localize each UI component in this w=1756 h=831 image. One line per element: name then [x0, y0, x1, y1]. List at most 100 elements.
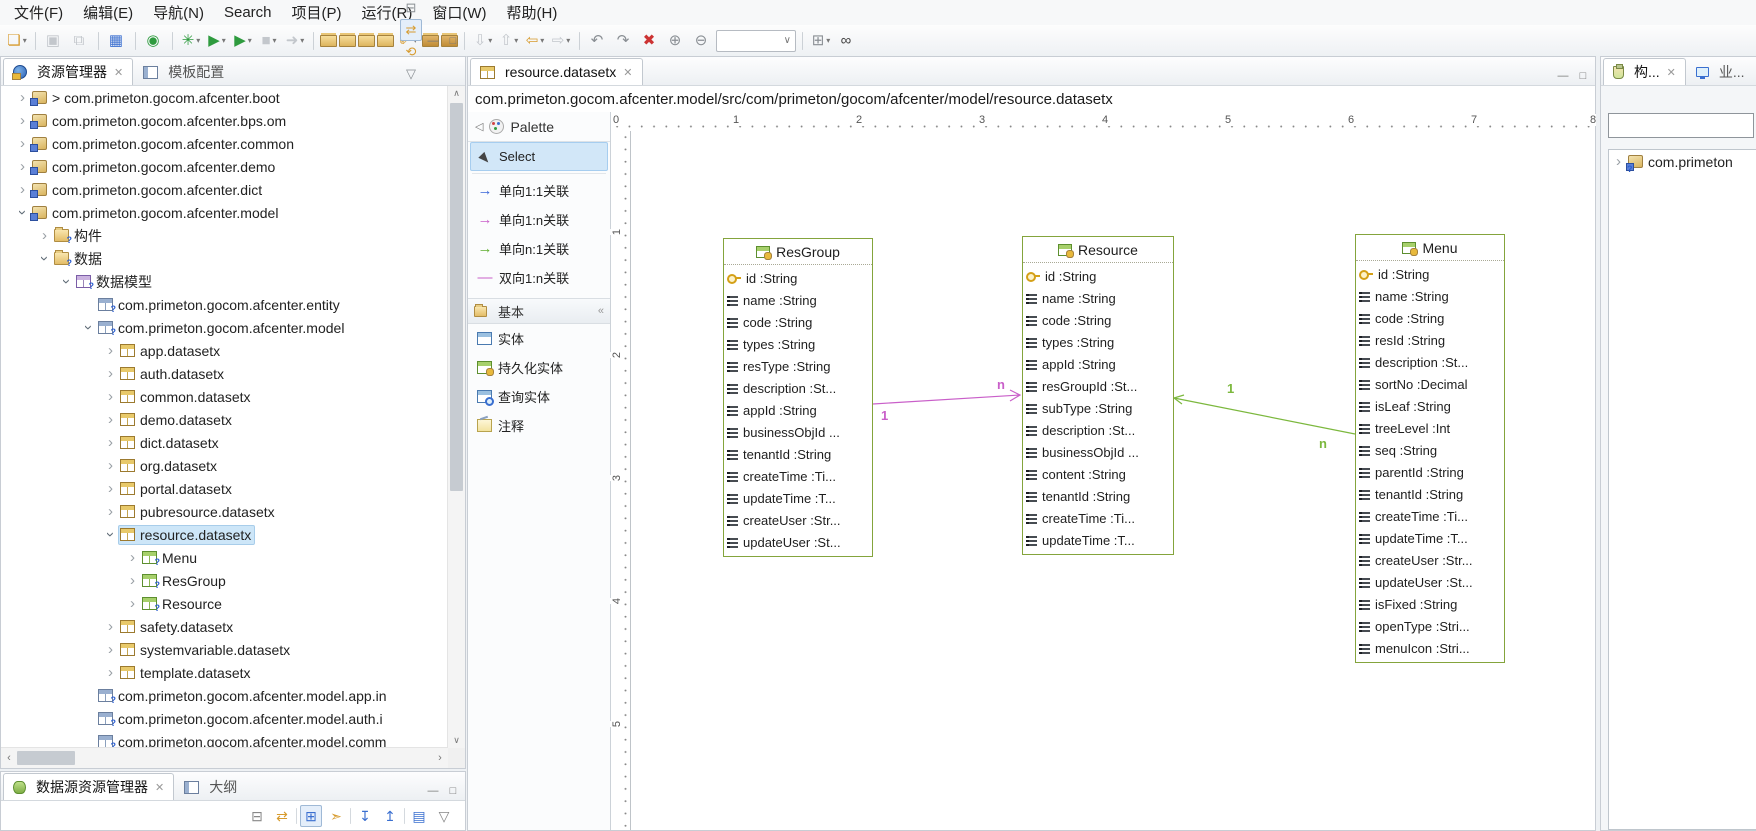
tab-datasource-explorer[interactable]: 数据源资源管理器 ✕	[3, 773, 174, 800]
entity-field[interactable]: openType :Stri...	[1356, 615, 1504, 637]
tree-item[interactable]: › > com.primeton.gocom.afcenter.boot	[1, 86, 448, 109]
tree-item-content[interactable]: com.primeton.gocom.afcenter.model	[96, 318, 348, 338]
toolbar-button[interactable]	[135, 32, 136, 50]
expander-icon[interactable]: ›	[125, 550, 140, 565]
tree-item[interactable]: › com.primeton.gocom.afcenter.bps.om	[1, 109, 448, 132]
entity-resgroup[interactable]: ResGroup id :String name :String	[723, 238, 873, 557]
palette-pin-icon[interactable]: «	[598, 305, 604, 317]
entity-field[interactable]: seq :String	[1356, 439, 1504, 461]
minimize-icon[interactable]: —	[1554, 67, 1572, 85]
scrollbar-thumb[interactable]	[450, 103, 463, 491]
entity-field[interactable]: menuIcon :Stri...	[1356, 637, 1504, 659]
tree-item[interactable]: › common.datasetx	[1, 385, 448, 408]
bottom-panel-action-button[interactable]: ⊞	[300, 805, 322, 827]
toolbar-button[interactable]: ❏▾	[5, 29, 29, 53]
entity-field[interactable]: id :String	[724, 267, 872, 289]
expander-icon[interactable]: ›	[15, 90, 30, 105]
palette-basic-tool[interactable]: 查询实体	[470, 382, 608, 411]
expander-icon[interactable]: ›	[37, 228, 52, 243]
tree-item[interactable]: › com.primeton.gocom.afcenter.demo	[1, 155, 448, 178]
toolbar-button[interactable]	[35, 32, 36, 50]
tree-item-content[interactable]: common.datasetx	[118, 387, 255, 407]
palette-relation-tool[interactable]: → 单向1:n关联	[470, 205, 608, 234]
entity-field[interactable]: name :String	[1356, 285, 1504, 307]
expander-icon[interactable]: ›	[125, 596, 140, 611]
menu-item[interactable]: 文件(F)	[4, 0, 73, 25]
toolbar-button[interactable]: ⇦▾	[523, 29, 547, 53]
tree-item[interactable]: › template.datasetx	[1, 661, 448, 684]
explorer-action-button[interactable]: ▽	[400, 63, 422, 85]
entity-field[interactable]: description :St...	[1356, 351, 1504, 373]
toolbar-button[interactable]: ▶▾	[205, 29, 229, 53]
entity-field[interactable]: updateTime :T...	[1023, 529, 1173, 551]
expander-icon[interactable]: ›	[103, 504, 118, 519]
bottom-panel-action-button[interactable]: ↧	[354, 805, 376, 827]
tree-item-content[interactable]: com.primeton.gocom.afcenter.model	[30, 203, 282, 223]
toolbar-button[interactable]: ⇩▾	[471, 29, 495, 53]
tree-item[interactable]: › ResGroup	[1, 569, 448, 592]
maximize-icon[interactable]: □	[444, 782, 462, 800]
tree-item[interactable]: › com.primeton.gocom.afcenter.model.auth…	[1, 707, 448, 730]
toolbar-button[interactable]: ∞	[835, 29, 859, 53]
expander-icon[interactable]: ›	[125, 573, 140, 588]
tree-item-content[interactable]: com.primeton.gocom.afcenter.bps.om	[30, 111, 290, 131]
tree-item-content[interactable]: Resource	[140, 594, 226, 614]
tree-item-content[interactable]: dict.datasetx	[118, 433, 223, 453]
entity-field[interactable]: types :String	[724, 333, 872, 355]
entity-field[interactable]: name :String	[724, 289, 872, 311]
scrollbar-thumb[interactable]	[17, 751, 75, 765]
toolbar-button[interactable]: ⊖	[690, 29, 714, 53]
expander-icon[interactable]: ›	[103, 366, 118, 381]
entity-field[interactable]: resType :String	[724, 355, 872, 377]
expander-icon[interactable]: ›	[103, 481, 118, 496]
tree-item-content[interactable]: pubresource.datasetx	[118, 502, 279, 522]
tree-item[interactable]: › 数据	[1, 247, 448, 270]
palette-basic-tool[interactable]: 持久化实体	[470, 353, 608, 382]
entity-title[interactable]: Resource	[1023, 237, 1173, 263]
tree-item[interactable]: › resource.datasetx	[1, 523, 448, 546]
scroll-up-icon[interactable]: ∧	[448, 86, 465, 101]
entity-field[interactable]: description :St...	[1023, 419, 1173, 441]
toolbar-button[interactable]: ↶	[586, 29, 610, 53]
tab-business[interactable]: 业...	[1686, 58, 1755, 85]
tree-item[interactable]: › 数据模型	[1, 270, 448, 293]
tree-item-content[interactable]: template.datasetx	[118, 663, 255, 683]
entity-field[interactable]: createUser :Str...	[1356, 549, 1504, 571]
entity-field[interactable]: updateUser :St...	[1356, 571, 1504, 593]
expander-icon[interactable]: ›	[103, 665, 118, 680]
toolbar-button[interactable]	[579, 32, 580, 50]
entity-resource[interactable]: Resource id :String name :String	[1022, 236, 1174, 555]
tree-item-content[interactable]: 构件	[52, 224, 106, 248]
entity-field[interactable]: updateTime :T...	[1356, 527, 1504, 549]
tree-item[interactable]: › Resource	[1, 592, 448, 615]
tree-item-content[interactable]: portal.datasetx	[118, 479, 236, 499]
toolbar-button[interactable]: ▣	[42, 29, 66, 53]
entity-field[interactable]: updateUser :St...	[724, 531, 872, 553]
bottom-panel-action-button[interactable]	[350, 808, 351, 824]
tree-item[interactable]: › com.primeton.gocom.afcenter.model.comm	[1, 730, 448, 748]
menu-item[interactable]: 导航(N)	[143, 0, 214, 25]
bottom-panel-action-button[interactable]: ↥	[379, 805, 401, 827]
tree-item-content[interactable]: org.datasetx	[118, 456, 221, 476]
tree-item-content[interactable]: app.datasetx	[118, 341, 224, 361]
entity-field[interactable]: resId :String	[1356, 329, 1504, 351]
toolbar-button[interactable]: ✳▾	[179, 29, 203, 53]
expander-icon[interactable]: ›	[103, 458, 118, 473]
toolbar-button[interactable]: ⊕	[664, 29, 688, 53]
expander-icon[interactable]: ›	[15, 136, 30, 151]
expander-icon[interactable]: ›	[103, 343, 118, 358]
tree-item-content[interactable]: com.primeton.gocom.afcenter.common	[30, 134, 298, 154]
expander-icon[interactable]: ›	[37, 251, 52, 266]
palette-collapse-icon[interactable]: ◁	[475, 120, 483, 133]
bottom-panel-action-button[interactable]: ▤	[408, 805, 430, 827]
expander-icon[interactable]: ›	[103, 412, 118, 427]
tree-item-content[interactable]: systemvariable.datasetx	[118, 640, 294, 660]
tree-item[interactable]: › portal.datasetx	[1, 477, 448, 500]
entity-field[interactable]: treeLevel :Int	[1356, 417, 1504, 439]
entity-field[interactable]: subType :String	[1023, 397, 1173, 419]
scroll-right-icon[interactable]: ›	[432, 752, 448, 764]
expander-icon[interactable]: ›	[103, 619, 118, 634]
explorer-action-button[interactable]: ⊟	[400, 0, 422, 19]
tree-item[interactable]: › dict.datasetx	[1, 431, 448, 454]
menu-item[interactable]: 帮助(H)	[497, 0, 568, 25]
